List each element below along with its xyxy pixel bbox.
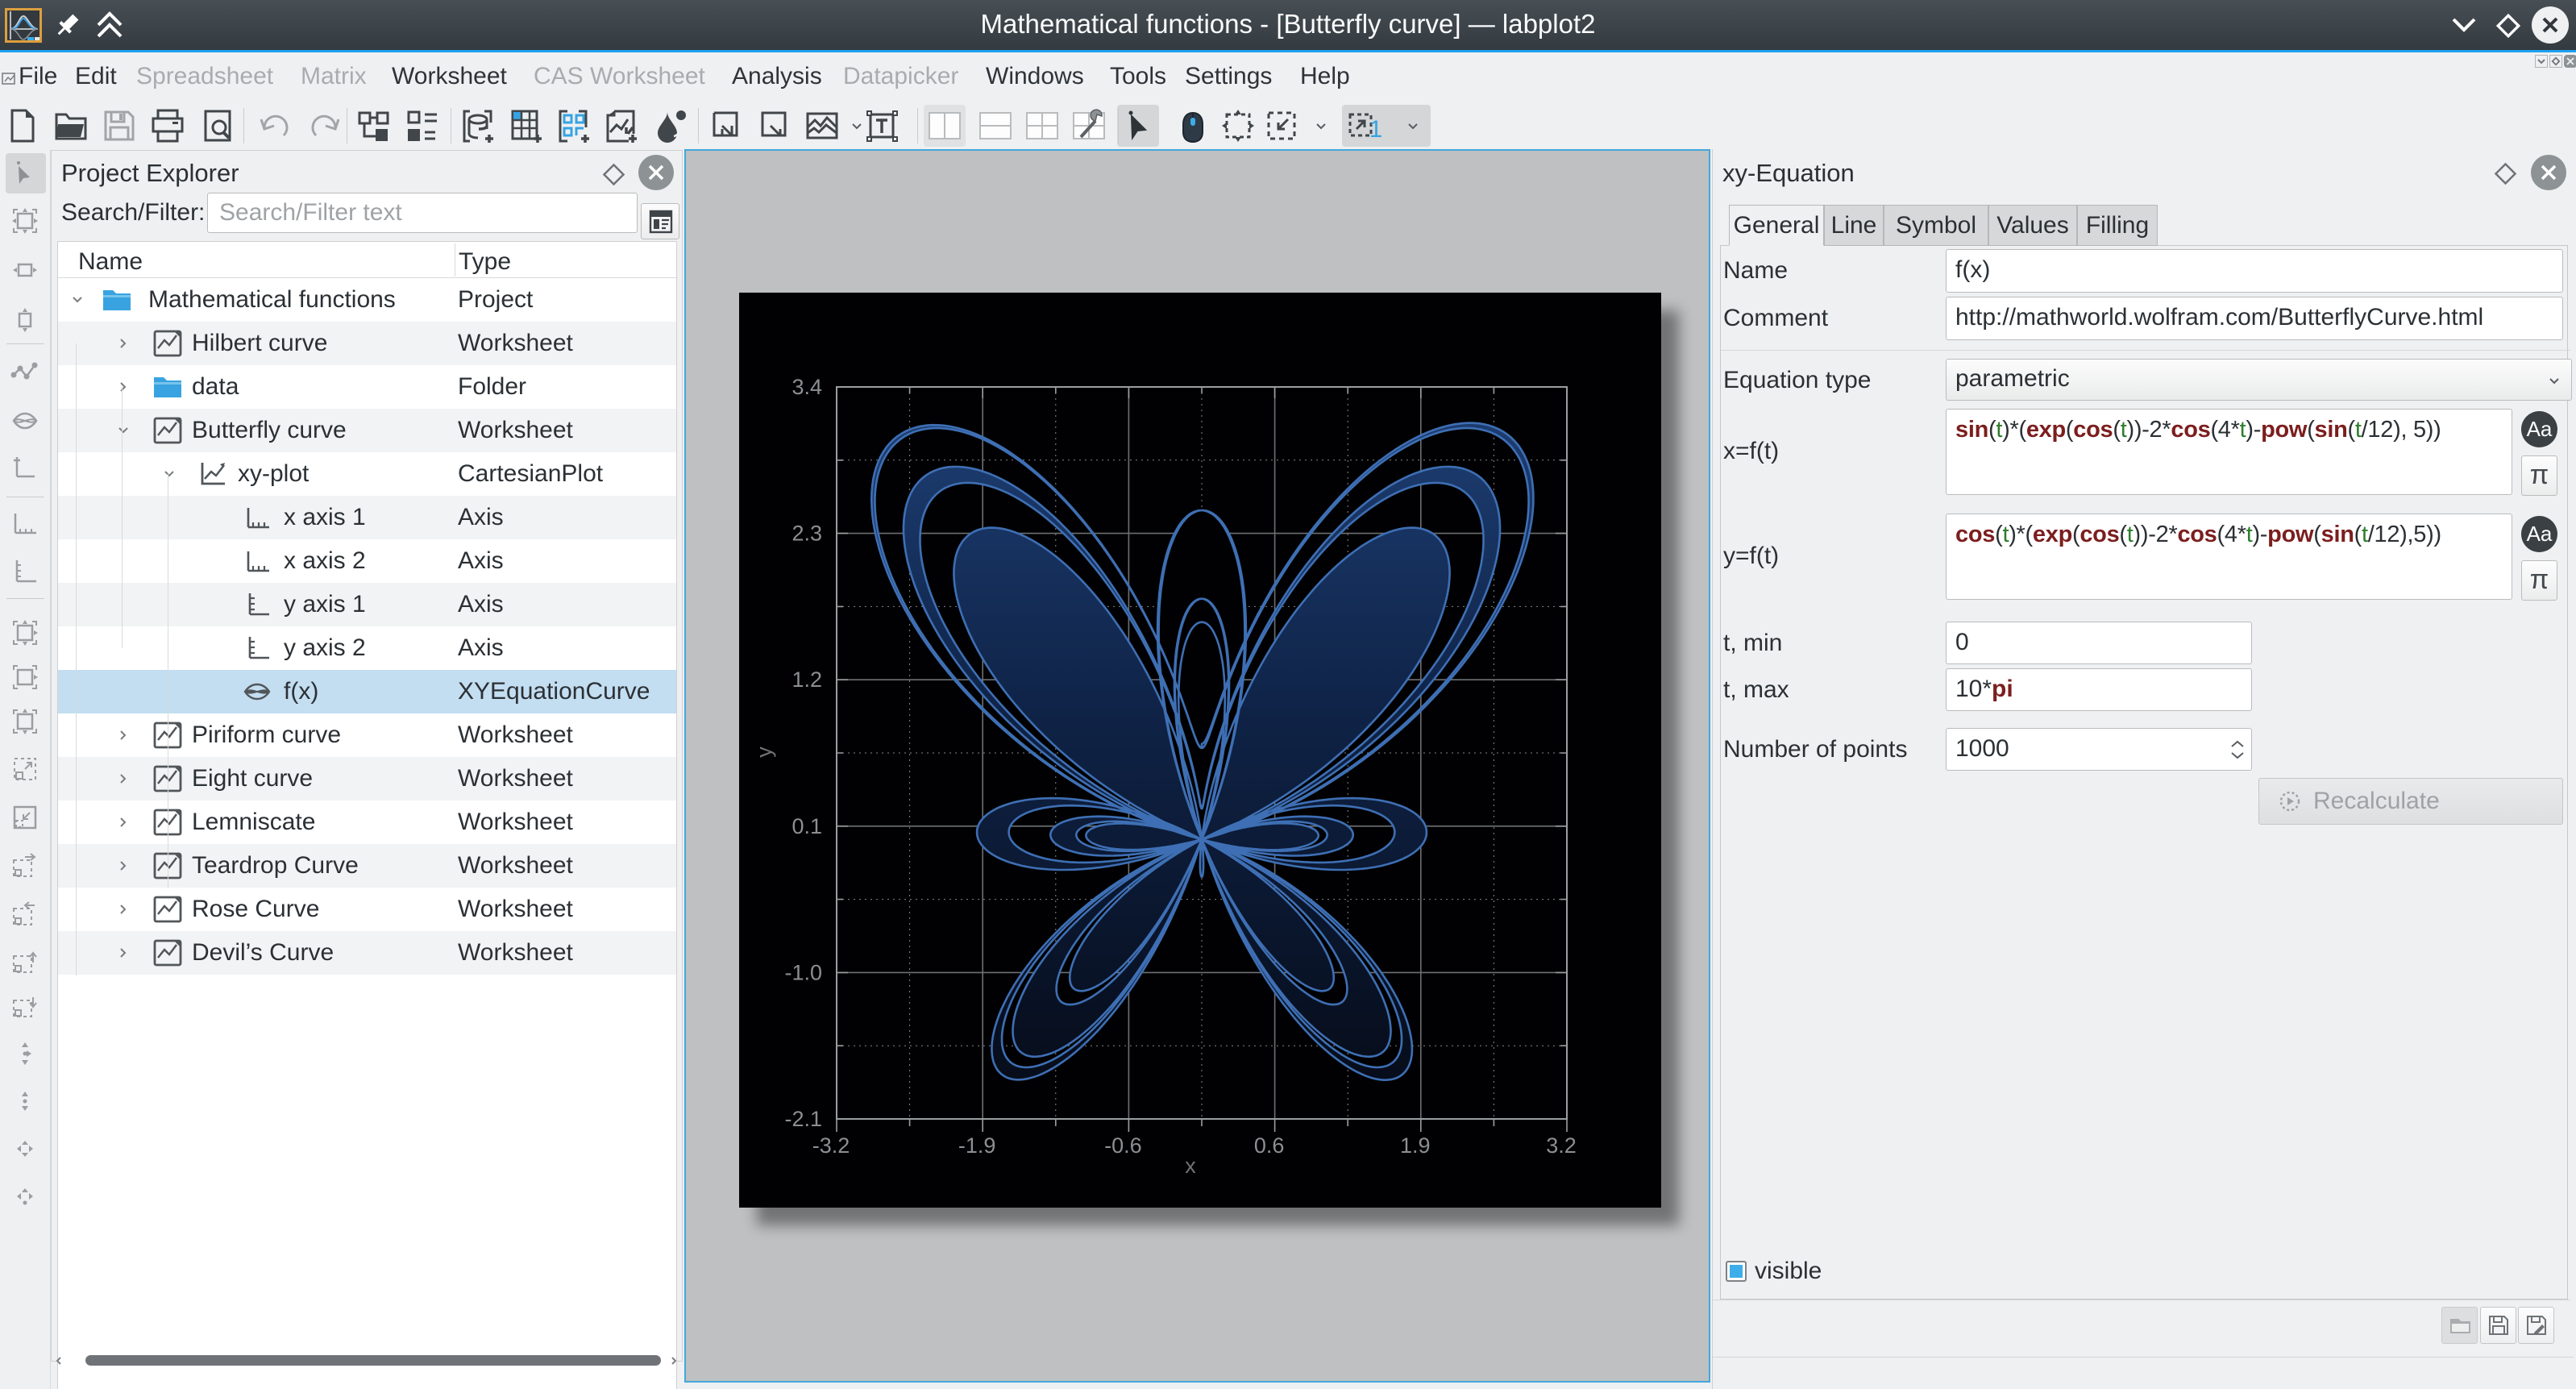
svg-text:3.4: 3.4: [791, 375, 822, 399]
svg-text:1.2: 1.2: [791, 667, 822, 692]
svg-text:1.9: 1.9: [1400, 1133, 1431, 1158]
svg-text:0.1: 0.1: [791, 814, 822, 838]
svg-text:-1.0: -1.0: [784, 960, 822, 984]
svg-text:-2.1: -2.1: [784, 1107, 822, 1131]
svg-text:1: 1: [1369, 116, 1382, 143]
svg-text:2.3: 2.3: [791, 522, 822, 546]
svg-text:0.6: 0.6: [1254, 1133, 1285, 1158]
svg-text:x: x: [1185, 1154, 1196, 1178]
svg-text:-3.2: -3.2: [812, 1133, 850, 1158]
svg-text:-0.6: -0.6: [1104, 1133, 1142, 1158]
svg-text:y: y: [752, 746, 776, 758]
svg-text:3.2: 3.2: [1546, 1133, 1577, 1158]
svg-text:-1.9: -1.9: [958, 1133, 996, 1158]
